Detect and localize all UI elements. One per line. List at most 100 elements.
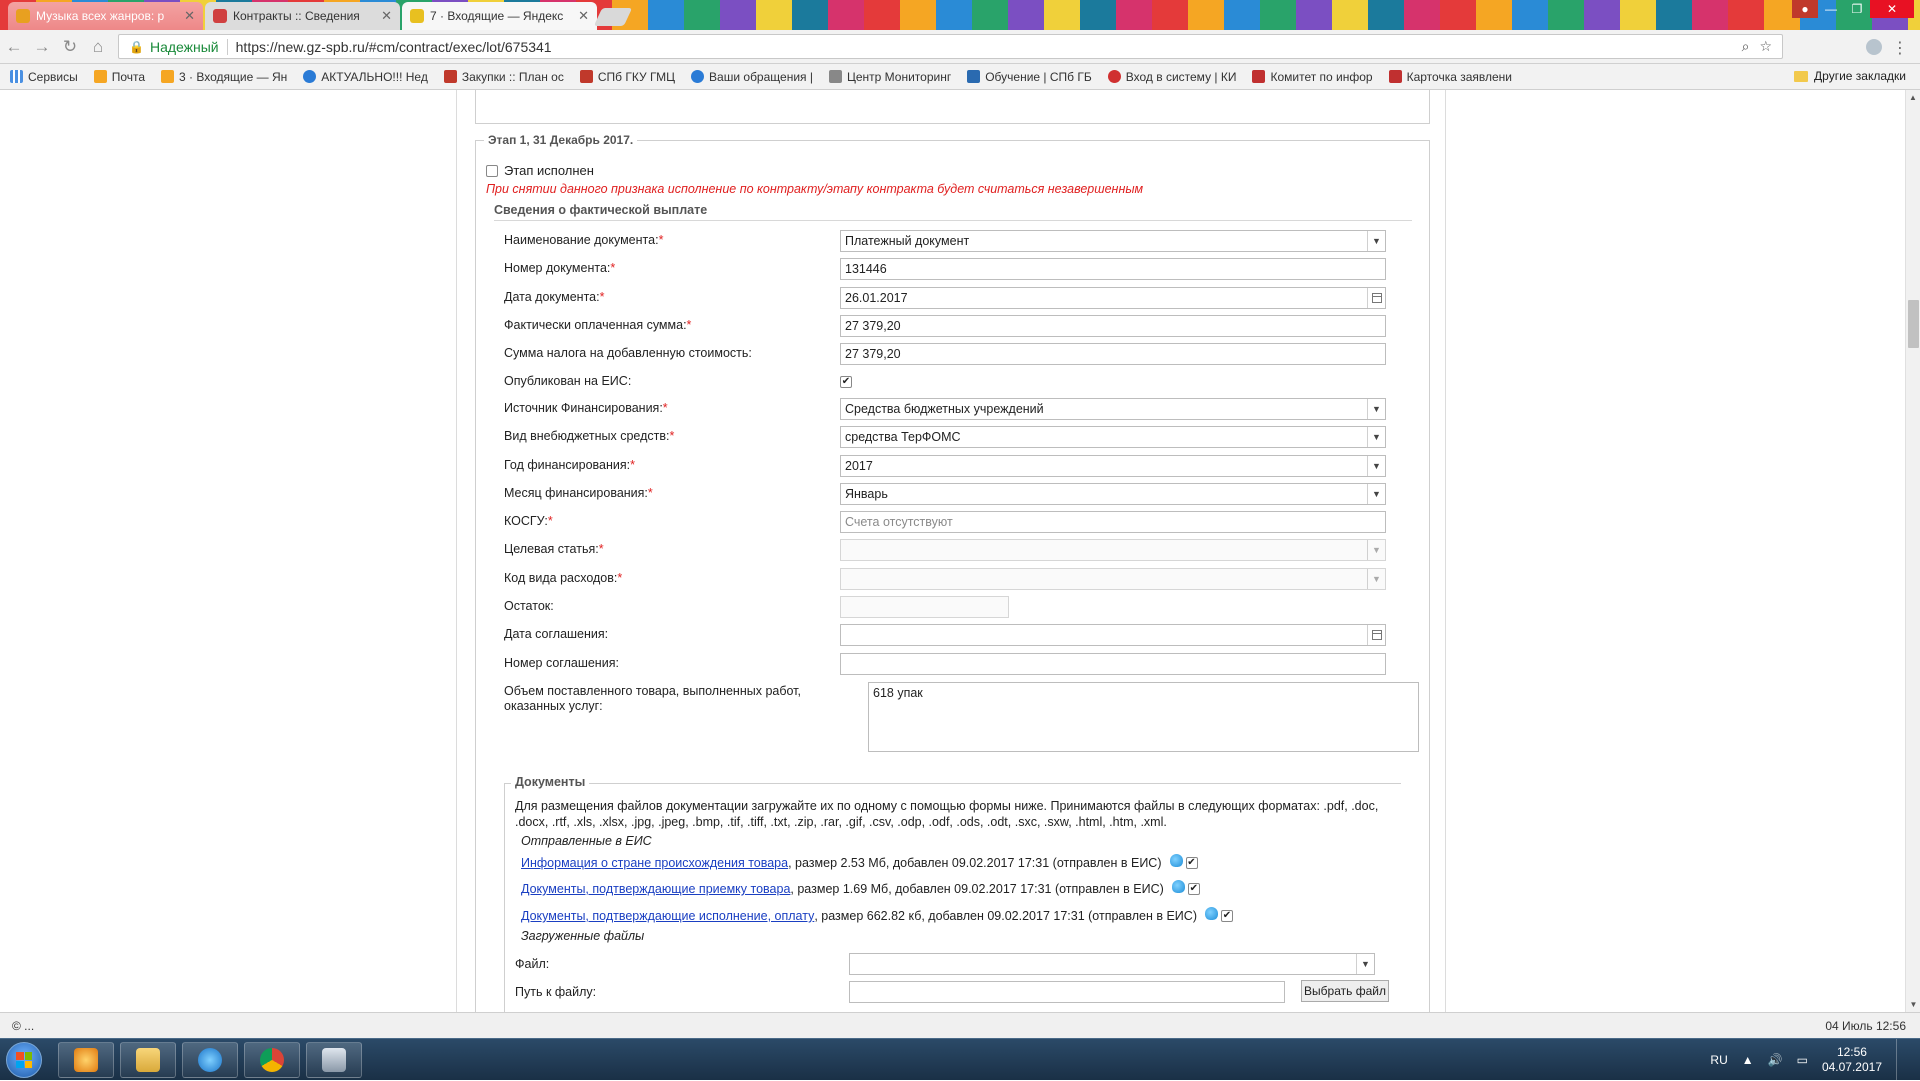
scroll-down-icon[interactable]: ▼	[1906, 997, 1920, 1012]
stage-executed-checkbox-row[interactable]: Этап исполнен	[486, 163, 594, 178]
field-label: Дата соглашения:	[504, 627, 609, 641]
form-row-fin-year: Год финансирования:* 2017 ▼	[504, 454, 1404, 477]
scroll-up-icon[interactable]: ▲	[1906, 90, 1920, 105]
expense-code-select[interactable]: ▼	[840, 567, 1386, 590]
status-bar: © ... 04 Июль 12:56	[0, 1012, 1920, 1038]
bookmark-star-icon[interactable]: ☆	[1759, 38, 1772, 55]
scroll-thumb[interactable]	[1908, 300, 1919, 348]
bookmark-gmc[interactable]: СПб ГКУ ГМЦ	[579, 70, 675, 84]
extension-icon[interactable]	[1866, 39, 1882, 55]
zoom-icon[interactable]: ⌕	[1742, 38, 1750, 55]
bookmark-actual[interactable]: АКТУАЛЬНО!!! Нед	[303, 70, 428, 84]
bookmark-card[interactable]: Карточка заявлени	[1388, 70, 1512, 84]
agreement-date-input[interactable]	[840, 623, 1386, 646]
documents-help-text: Для размещения файлов документации загру…	[515, 799, 1379, 829]
paid-sum-input[interactable]: 27 379,20	[840, 314, 1386, 337]
content-frame: Этап 1, 31 Декабрь 2017. Этап исполнен П…	[456, 90, 1446, 1012]
close-icon[interactable]: ✕	[578, 8, 589, 24]
bookmark-inbox[interactable]: 3 · Входящие — Ян	[161, 70, 287, 84]
bookmark-training[interactable]: Обучение | СПб ГБ	[967, 70, 1092, 84]
doc-date-input[interactable]: 26.01.2017	[840, 286, 1386, 309]
document-checkbox[interactable]: ✔	[1185, 857, 1198, 869]
browser-tab-contracts[interactable]: Контракты :: Сведения ✕	[205, 2, 400, 30]
taskbar-chrome[interactable]	[244, 1042, 300, 1078]
forward-icon[interactable]: →	[28, 37, 56, 57]
profile-icon[interactable]: ●	[1792, 0, 1818, 18]
restore-icon[interactable]: ❐	[1844, 0, 1870, 18]
file-path-input[interactable]	[849, 980, 1285, 1003]
chevron-down-icon[interactable]: ▼	[1367, 230, 1385, 251]
menu-icon[interactable]: ⋮	[1892, 38, 1908, 58]
published-checkbox[interactable]: ✔	[840, 375, 852, 388]
folder-icon	[1794, 70, 1809, 82]
volume-icon[interactable]: 🔊	[1768, 1053, 1783, 1067]
chevron-down-icon[interactable]: ▼	[1367, 398, 1385, 419]
bookmark-apps[interactable]: Сервисы	[10, 70, 78, 84]
lock-icon: 🔒	[129, 39, 144, 54]
bookmark-mail[interactable]: Почта	[93, 70, 145, 84]
bookmark-other-folder[interactable]: Другие закладки	[1794, 69, 1906, 83]
document-checkbox[interactable]: ✔	[1220, 910, 1233, 922]
chevron-down-icon[interactable]: ▼	[1367, 426, 1385, 447]
document-link[interactable]: Документы, подтверждающие исполнение, оп…	[521, 909, 814, 923]
bookmark-login[interactable]: Вход в систему | КИ	[1107, 70, 1236, 84]
bookmark-monitoring[interactable]: Центр Мониторинг	[828, 70, 951, 84]
fin-year-select[interactable]: 2017 ▼	[840, 454, 1386, 477]
show-desktop-button[interactable]	[1896, 1039, 1908, 1081]
document-checkbox[interactable]: ✔	[1187, 883, 1200, 895]
taskbar-media-player[interactable]	[58, 1042, 114, 1078]
bookmark-appeals[interactable]: Ваши обращения |	[691, 70, 813, 84]
taskbar-network-app[interactable]	[306, 1042, 362, 1078]
form-row-remainder: Остаток:	[504, 595, 1404, 618]
bookmark-committee[interactable]: Комитет по инфор	[1252, 70, 1373, 84]
address-bar[interactable]: 🔒 Надежный https://new.gz-spb.ru/#cm/con…	[118, 34, 1783, 59]
document-link[interactable]: Документы, подтверждающие приемку товара	[521, 882, 790, 896]
page-scrollbar[interactable]: ▲ ▼	[1905, 90, 1920, 1012]
document-link[interactable]: Информация о стране происхождения товара	[521, 856, 788, 870]
tray-expand-icon[interactable]: ▲	[1742, 1053, 1754, 1067]
chevron-down-icon[interactable]: ▼	[1367, 568, 1385, 589]
offbudget-type-select[interactable]: средства ТерФОМС ▼	[840, 425, 1386, 448]
home-icon[interactable]: ⌂	[84, 37, 112, 57]
back-icon[interactable]: ←	[0, 37, 28, 57]
chevron-down-icon[interactable]: ▼	[1367, 483, 1385, 504]
doc-name-select[interactable]: Платежный документ ▼	[840, 229, 1386, 252]
new-tab-button[interactable]	[593, 8, 633, 26]
agreement-number-input[interactable]	[840, 652, 1386, 675]
calendar-icon[interactable]	[1367, 624, 1385, 645]
doc-number-input[interactable]: 131446	[840, 257, 1386, 280]
browser-tab-mail[interactable]: 7 · Входящие — Яндекс ✕	[402, 2, 597, 30]
action-center-icon[interactable]: ▭	[1797, 1053, 1808, 1067]
documents-fieldset: Документы Для размещения файлов документ…	[504, 775, 1401, 1012]
taskbar-ie[interactable]	[182, 1042, 238, 1078]
volume-textarea[interactable]: 618 упак	[868, 682, 1419, 752]
fin-source-select[interactable]: Средства бюджетных учреждений ▼	[840, 397, 1386, 420]
file-select[interactable]: ▼	[849, 952, 1375, 975]
kosgu-input[interactable]: Счета отсутствуют	[840, 510, 1386, 533]
close-icon[interactable]: ✕	[184, 8, 195, 24]
language-indicator[interactable]: RU	[1710, 1053, 1727, 1067]
chevron-down-icon[interactable]: ▼	[1356, 953, 1374, 974]
minimize-icon[interactable]: —	[1818, 0, 1844, 18]
fin-month-select[interactable]: Январь ▼	[840, 482, 1386, 505]
clock[interactable]: 12:56 04.07.2017	[1822, 1045, 1882, 1075]
start-button[interactable]	[6, 1042, 42, 1078]
reload-icon[interactable]: ↻	[56, 37, 84, 57]
chevron-down-icon[interactable]: ▼	[1367, 539, 1385, 560]
field-label: Месяц финансирования:*	[504, 486, 653, 500]
browser-tab-music[interactable]: Музыка всех жанров: р ✕	[8, 2, 203, 30]
target-article-select[interactable]: ▼	[840, 538, 1386, 561]
choose-file-button[interactable]: Выбрать файл	[1301, 980, 1389, 1002]
window-close-icon[interactable]: ✕	[1870, 0, 1914, 18]
bookmark-purchases[interactable]: Закупки :: План ос	[443, 70, 564, 84]
previous-section	[475, 90, 1430, 124]
stage-executed-checkbox[interactable]	[486, 164, 498, 177]
site-icon	[1107, 70, 1121, 83]
calendar-icon[interactable]	[1367, 287, 1385, 308]
vat-sum-input[interactable]: 27 379,20	[840, 342, 1386, 365]
close-icon[interactable]: ✕	[381, 8, 392, 24]
taskbar-explorer[interactable]	[120, 1042, 176, 1078]
chevron-down-icon[interactable]: ▼	[1367, 455, 1385, 476]
url-text[interactable]: https://new.gz-spb.ru/#cm/contract/exec/…	[228, 39, 1742, 55]
status-datetime: 04 Июль 12:56	[1825, 1018, 1906, 1033]
